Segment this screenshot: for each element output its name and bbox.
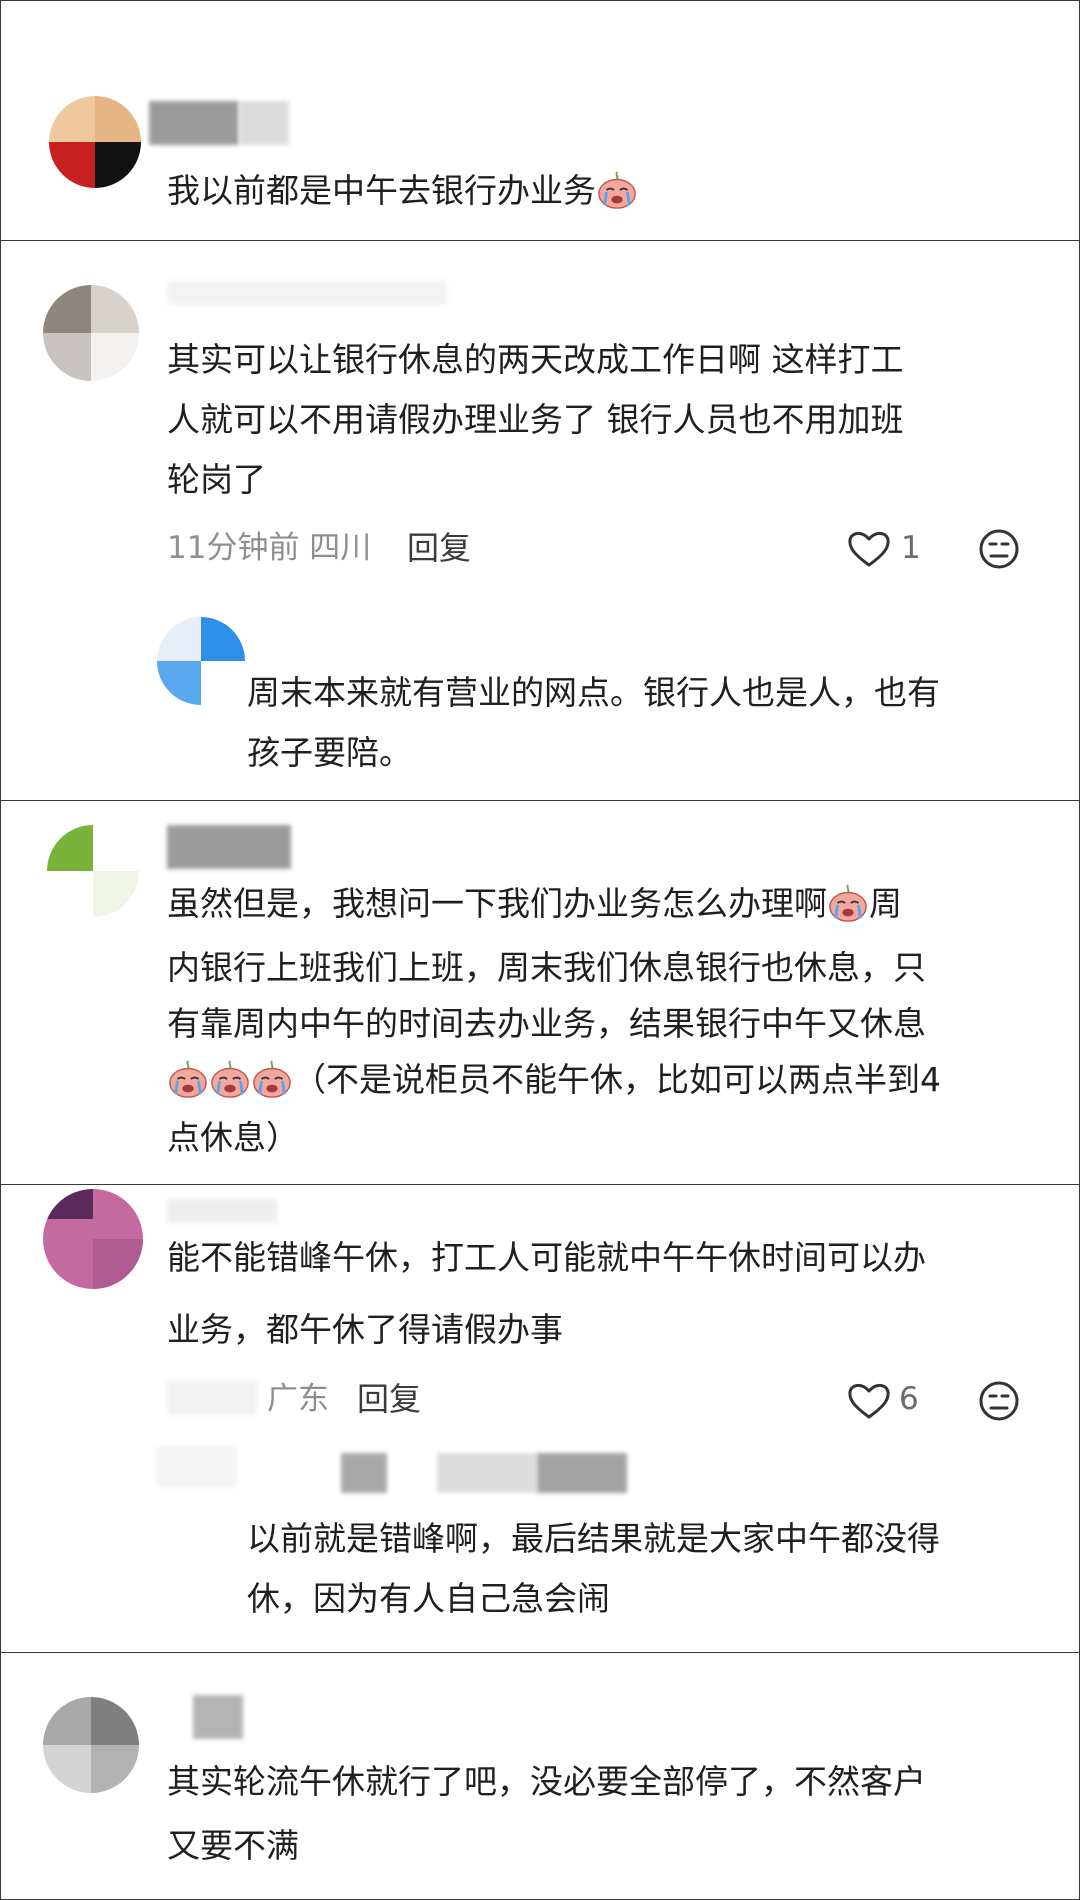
comment-card: 其实轮流午休就行了吧，没必要全部停了，不然客户 又要不满 bbox=[0, 1652, 1080, 1900]
avatar[interactable] bbox=[49, 96, 141, 188]
reply-button[interactable]: 回复 bbox=[357, 1377, 421, 1421]
reply-avatar[interactable] bbox=[157, 617, 245, 705]
like-count: 1 bbox=[901, 530, 921, 566]
comment-card: 我以前都是中午去银行办业务 bbox=[0, 0, 1080, 242]
comment-meta: 11分钟前 四川 bbox=[167, 530, 372, 566]
comment-text-line: 人就可以不用请假办理业务了 银行人员也不用加班 bbox=[167, 400, 904, 439]
comment-feed: 我以前都是中午去银行办业务 其实可以让银行休息的两天改成工作日啊 这样打工 人就… bbox=[0, 0, 1080, 1900]
reply-text-line: 孩子要陪。 bbox=[247, 733, 412, 772]
reply-text-line: 周末本来就有营业的网点。银行人也是人，也有 bbox=[247, 673, 940, 712]
comment-text-line: 有靠周内中午的时间去办业务，结果银行中午又休息 bbox=[167, 1004, 926, 1043]
comment-text-line: 能不能错峰午休，打工人可能就中午午休时间可以办 bbox=[167, 1238, 926, 1277]
heart-outline-icon[interactable] bbox=[847, 529, 891, 569]
comment-text-line: 其实轮流午休就行了吧，没必要全部停了，不然客户 bbox=[167, 1762, 926, 1801]
comment-text-line: 轮岗了 bbox=[167, 460, 266, 499]
crying-face-emoji bbox=[167, 1059, 209, 1099]
comment-text-line: 又要不满 bbox=[167, 1826, 299, 1865]
username-redacted bbox=[167, 1199, 277, 1223]
like-count: 6 bbox=[899, 1381, 919, 1417]
crying-face-emoji bbox=[827, 883, 869, 923]
comment-text-line: 业务，都午休了得请假办事 bbox=[167, 1310, 563, 1349]
comment-text-line: 内银行上班我们上班，周末我们休息银行也休息，只 bbox=[167, 948, 926, 987]
comment-card: 其实可以让银行休息的两天改成工作日啊 这样打工 人就可以不用请假办理业务了 银行… bbox=[0, 240, 1080, 802]
comment-text-line: 其实可以让银行休息的两天改成工作日啊 这样打工 bbox=[167, 340, 904, 379]
comment-meta: 广东 bbox=[267, 1381, 329, 1417]
crying-face-emoji bbox=[596, 170, 638, 210]
neutral-face-icon[interactable] bbox=[977, 1379, 1021, 1423]
reply-username-redacted bbox=[437, 1453, 537, 1493]
heart-outline-icon[interactable] bbox=[847, 1381, 891, 1421]
avatar[interactable] bbox=[47, 825, 139, 917]
reply-username-redacted bbox=[537, 1453, 627, 1493]
comment-card: 虽然但是，我想问一下我们办业务怎么办理啊周 内银行上班我们上班，周末我们休息银行… bbox=[0, 800, 1080, 1186]
comment-text: 我以前都是中午去银行办业务 bbox=[167, 164, 638, 218]
timestamp-redacted bbox=[167, 1381, 257, 1415]
avatar[interactable] bbox=[43, 1189, 143, 1289]
reply-header-redacted bbox=[157, 1447, 237, 1487]
neutral-face-icon[interactable] bbox=[977, 527, 1021, 571]
reply-button[interactable]: 回复 bbox=[407, 526, 471, 570]
avatar[interactable] bbox=[43, 285, 139, 381]
comment-text-line: 点休息） bbox=[167, 1118, 299, 1157]
crying-face-emoji bbox=[251, 1059, 293, 1099]
username-redacted bbox=[149, 101, 239, 145]
username-redacted bbox=[193, 1695, 243, 1739]
avatar[interactable] bbox=[43, 1697, 139, 1793]
username-redacted bbox=[167, 281, 447, 305]
comment-text-line: （不是说柜员不能午休，比如可以两点半到4 bbox=[167, 1053, 941, 1107]
reply-username-redacted bbox=[341, 1453, 387, 1493]
crying-face-emoji bbox=[209, 1059, 251, 1099]
comment-text-line: 虽然但是，我想问一下我们办业务怎么办理啊周 bbox=[167, 883, 902, 923]
username-redacted bbox=[239, 101, 289, 145]
username-redacted bbox=[167, 825, 291, 869]
reply-text-line: 以前就是错峰啊，最后结果就是大家中午都没得 bbox=[247, 1519, 940, 1558]
reply-text-line: 休，因为有人自己急会闹 bbox=[247, 1579, 610, 1618]
comment-card: 能不能错峰午休，打工人可能就中午午休时间可以办 业务，都午休了得请假办事 广东 … bbox=[0, 1184, 1080, 1654]
